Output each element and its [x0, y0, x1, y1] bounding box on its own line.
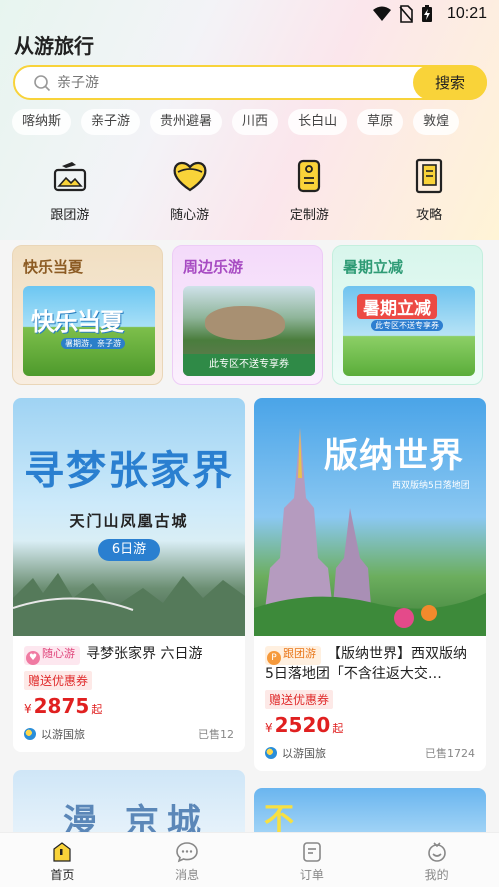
search-button[interactable]: 搜索: [413, 65, 487, 100]
tab-profile[interactable]: 我的: [374, 833, 499, 887]
tab-orders[interactable]: 订单: [250, 833, 375, 887]
promo-row: 快乐当夏 快乐当夏 暑期游，亲子游 周边乐游 此专区不送专享券 暑期立减 暑期立…: [12, 245, 483, 385]
hot-tag[interactable]: 喀纳斯: [12, 109, 72, 135]
search-bar: 搜索: [13, 65, 487, 100]
custom-tour-icon: [298, 159, 321, 193]
product-card[interactable]: 寻梦张家界 天门山凤凰古城 6日游 ♥ 随心游 寻梦张家界 六日游 赠送优惠券 ¥ …: [13, 398, 245, 752]
hot-tag[interactable]: 敦煌: [413, 109, 460, 135]
search-input[interactable]: [57, 74, 413, 91]
price: ¥ 2875 起: [24, 694, 234, 718]
quick-nav-label: 定制游: [289, 208, 329, 223]
promo-title: 快乐当夏: [23, 258, 84, 276]
promo-image-text: 此专区不送专享券: [183, 354, 315, 376]
mountain-illustration: [13, 573, 245, 636]
vendor-name: 以游国旅: [282, 747, 326, 760]
status-time: 10:21: [446, 5, 487, 22]
promo-title: 暑期立减: [343, 258, 404, 276]
product-card[interactable]: 漫 京城: [13, 770, 245, 840]
search-icon: [34, 74, 51, 91]
quick-nav-custom-tour[interactable]: 定制游: [264, 156, 354, 236]
promo-image-text: 暑期立减: [357, 294, 437, 319]
hot-tag[interactable]: 贵州避暑: [150, 109, 223, 135]
quick-nav-label: 攻略: [416, 208, 443, 223]
tour-type-badge: P 跟团游: [265, 646, 321, 665]
quick-nav-group-tour[interactable]: 跟团游: [25, 156, 115, 236]
promo-image-text: 快乐当夏: [31, 308, 124, 336]
price-suffix: 起: [91, 703, 103, 716]
promo-summer-discount[interactable]: 暑期立减 暑期立减 此专区不送专享券: [332, 245, 483, 385]
tab-label: 我的: [424, 868, 449, 882]
promo-image: 此专区不送专享券: [183, 286, 315, 376]
product-image-days: 6日游: [98, 539, 160, 561]
coupon-badge: 赠送优惠券: [24, 671, 93, 690]
sold-count: 已售12: [198, 728, 234, 741]
status-bar: 10:21: [0, 0, 499, 28]
group-badge-icon: P: [267, 651, 281, 665]
price: ¥ 2520 起: [265, 713, 475, 737]
promo-image-subtext: 此专区不送专享券: [371, 320, 443, 331]
promo-title: 周边乐游: [183, 258, 244, 276]
product-card[interactable]: 版纳世界 西双版纳5日落地团 P 跟团游 【版纳世界】西双版纳5日落地团「不含往返大…: [254, 398, 486, 771]
quick-nav-free-tour[interactable]: 随心游: [145, 156, 235, 236]
pagoda-illustration: [254, 428, 486, 636]
price-value: 2520: [274, 713, 331, 737]
promo-image: 暑期立减 此专区不送专享券: [343, 286, 475, 376]
group-tour-icon: [53, 162, 86, 192]
sold-count: 已售1724: [425, 747, 475, 760]
profile-icon: [427, 842, 446, 862]
tab-messages[interactable]: 消息: [125, 833, 250, 887]
wifi-icon: [372, 6, 391, 21]
battery-charging-icon: [421, 5, 432, 22]
badge-label: 随心游: [42, 647, 75, 660]
product-title: 寻梦张家界 六日游: [86, 646, 203, 662]
promo-image-subtext: 暑期游，亲子游: [61, 338, 125, 349]
price-currency: ¥: [24, 702, 32, 716]
no-sim-icon: [399, 5, 413, 23]
tab-home[interactable]: 首页: [0, 833, 125, 887]
vendor-logo-icon: [24, 728, 36, 740]
vendor: 以游国旅: [265, 745, 326, 761]
app-title: 从游旅行: [14, 34, 94, 58]
chat-icon: [176, 842, 198, 863]
home-icon: [53, 842, 71, 862]
quick-nav-label: 随心游: [170, 208, 210, 223]
product-image: 漫 京城: [13, 770, 245, 840]
hot-tag[interactable]: 草原: [357, 109, 404, 135]
coupon-badge: 赠送优惠券: [265, 690, 334, 709]
heart-badge-icon: ♥: [26, 651, 40, 665]
promo-happy-summer[interactable]: 快乐当夏 快乐当夏 暑期游，亲子游: [12, 245, 163, 385]
badge-label: 跟团游: [283, 647, 316, 660]
promo-image: 快乐当夏 暑期游，亲子游: [23, 286, 155, 376]
promo-nearby[interactable]: 周边乐游 此专区不送专享券: [172, 245, 323, 385]
bottom-tab-bar: 首页 消息 订单 我的: [0, 832, 499, 887]
product-image: 寻梦张家界 天门山凤凰古城 6日游: [13, 398, 245, 636]
quick-nav-guide[interactable]: 攻略: [384, 156, 474, 236]
rock-shape: [205, 306, 285, 340]
guide-book-icon: [416, 158, 443, 194]
product-image-title: 寻梦张家界: [24, 448, 234, 494]
tab-label: 消息: [175, 868, 200, 882]
tab-label: 首页: [50, 868, 75, 882]
quick-nav-label: 跟团游: [50, 208, 90, 223]
hot-tags: 喀纳斯 亲子游 贵州避暑 川西 长白山 草原 敦煌: [12, 109, 460, 135]
hot-tag[interactable]: 长白山: [288, 109, 348, 135]
hot-tag[interactable]: 川西: [232, 109, 279, 135]
vendor-name: 以游国旅: [41, 728, 85, 741]
product-image-subtitle: 天门山凤凰古城: [69, 512, 189, 530]
vendor-logo-icon: [265, 747, 277, 759]
order-icon: [303, 842, 321, 862]
tour-type-badge: ♥ 随心游: [24, 646, 80, 665]
product-image: 版纳世界 西双版纳5日落地团: [254, 398, 486, 636]
price-suffix: 起: [332, 722, 344, 735]
tab-label: 订单: [299, 868, 324, 882]
price-currency: ¥: [265, 721, 273, 735]
vendor: 以游国旅: [24, 726, 85, 742]
hot-tag[interactable]: 亲子游: [81, 109, 141, 135]
quick-nav: 跟团游 随心游 定制游 攻略: [0, 156, 499, 236]
price-value: 2875: [33, 694, 90, 718]
heart-icon: [173, 161, 207, 192]
